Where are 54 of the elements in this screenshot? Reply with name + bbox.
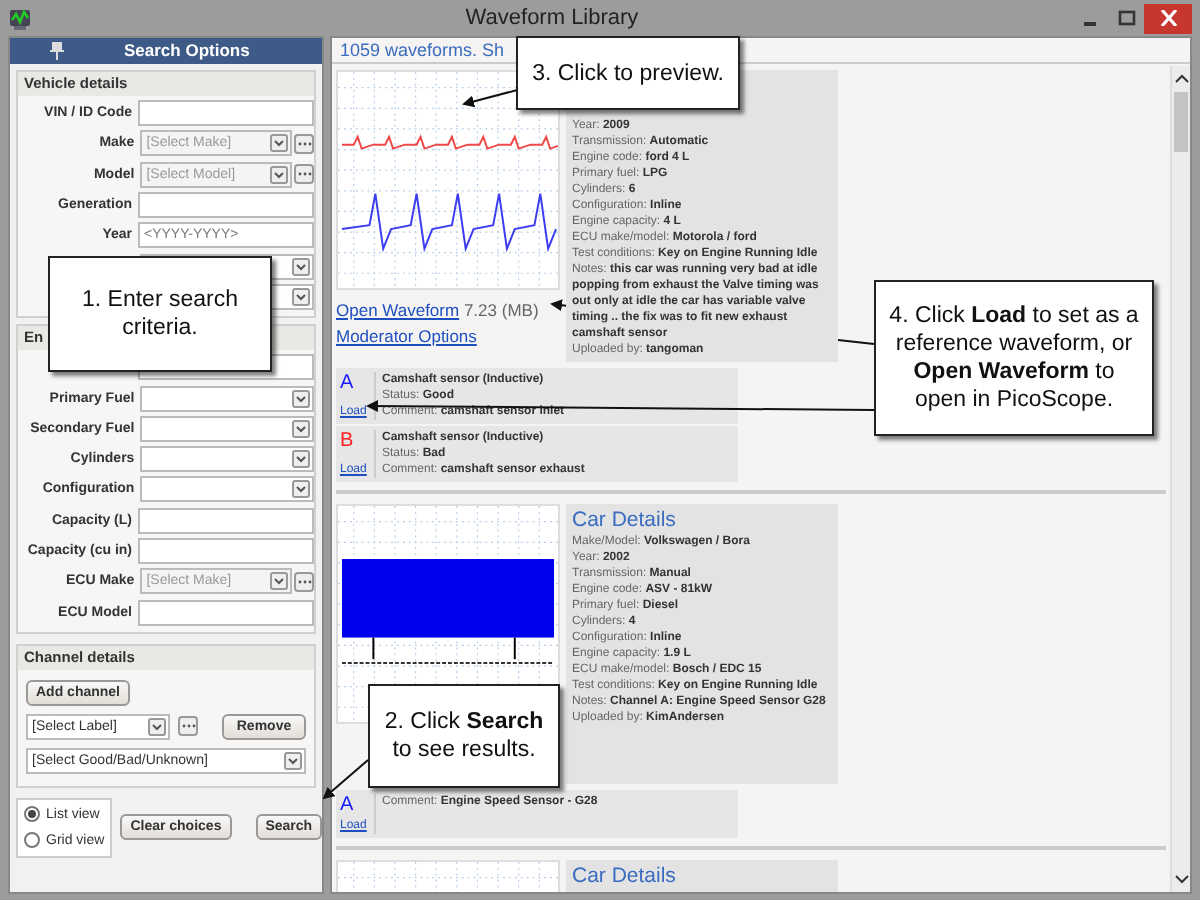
instruction-tooltip: 3. Click to preview. xyxy=(516,36,740,110)
details-heading: Car Details xyxy=(572,508,678,534)
channel-letter: A xyxy=(340,794,354,818)
dropdown-field[interactable] xyxy=(140,385,314,412)
caret-up-icon[interactable] xyxy=(1173,74,1189,84)
pointer-arrow xyxy=(322,759,369,800)
caret-down-icon[interactable] xyxy=(1173,874,1189,884)
panel-title: Search Options xyxy=(124,38,250,64)
ellipsis-icon[interactable] xyxy=(297,579,311,584)
scrollbar[interactable] xyxy=(1170,66,1190,892)
dropdown-icon[interactable] xyxy=(292,480,310,499)
text-field[interactable] xyxy=(138,538,314,564)
dropdown-icon[interactable] xyxy=(148,717,166,736)
more-button[interactable] xyxy=(178,716,198,737)
leader-line xyxy=(837,339,875,345)
channel-letter: A xyxy=(340,372,354,396)
more-button[interactable] xyxy=(294,133,314,154)
window-title: Waveform Library xyxy=(463,3,641,34)
text-field[interactable] xyxy=(138,599,314,626)
dropdown-field[interactable] xyxy=(140,476,314,503)
ellipsis-icon[interactable] xyxy=(297,141,311,146)
app-icon xyxy=(8,6,32,30)
more-button[interactable] xyxy=(294,571,314,592)
dropdown-icon[interactable] xyxy=(292,450,310,469)
dropdown-icon[interactable] xyxy=(292,419,310,438)
dropdown-icon[interactable] xyxy=(292,287,310,306)
moderator-options-link[interactable]: Moderator Options xyxy=(336,326,477,346)
text-field[interactable] xyxy=(138,192,314,219)
more-button[interactable] xyxy=(294,164,314,185)
file-size: 7.23 (MB) xyxy=(463,300,539,320)
pin-icon[interactable] xyxy=(50,42,64,60)
close-icon[interactable] xyxy=(1159,10,1177,26)
maximize-icon[interactable] xyxy=(1117,10,1135,26)
instruction-tooltip: 4. Click Load to set as a reference waveform, or Open Waveform to open in PicoScope. xyxy=(874,280,1154,436)
ellipsis-icon[interactable] xyxy=(297,172,311,177)
close-button[interactable] xyxy=(1144,3,1192,33)
dropdown-field[interactable] xyxy=(140,446,314,473)
pointer-arrow xyxy=(550,299,569,312)
details-heading: Car Details xyxy=(572,864,678,890)
scrollbar-thumb[interactable] xyxy=(1174,92,1188,152)
text-field[interactable] xyxy=(138,100,314,127)
dropdown-icon[interactable] xyxy=(270,572,288,591)
dropdown-icon[interactable] xyxy=(284,751,302,770)
text-field[interactable] xyxy=(138,507,314,534)
dropdown-icon[interactable] xyxy=(292,257,310,276)
dropdown-icon[interactable] xyxy=(292,389,310,408)
dropdown-icon[interactable] xyxy=(270,165,288,184)
ellipsis-icon[interactable] xyxy=(181,724,195,729)
instruction-tooltip: 2. Click Search to see results. xyxy=(368,684,560,788)
channel-letter: B xyxy=(340,430,354,454)
dropdown-icon[interactable] xyxy=(270,134,288,153)
instruction-tooltip: 1. Enter search criteria. xyxy=(48,256,272,372)
open-waveform-link[interactable]: Open Waveform xyxy=(336,300,460,320)
dropdown-field[interactable] xyxy=(140,415,314,442)
